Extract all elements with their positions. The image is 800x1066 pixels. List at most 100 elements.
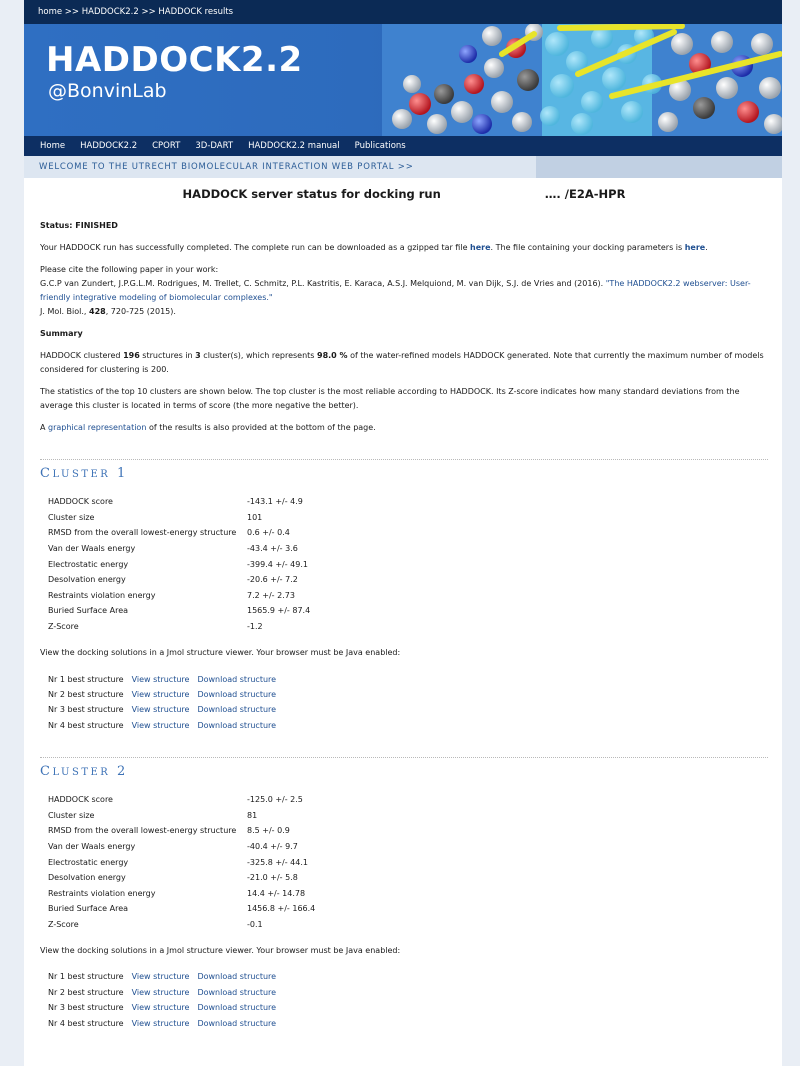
- completed-text-end: .: [705, 243, 708, 252]
- structure-label: Nr 2 best structure: [48, 987, 124, 997]
- nav-haddock[interactable]: HADDOCK2.2: [80, 141, 137, 151]
- nav-home[interactable]: Home: [40, 141, 65, 151]
- stat-label: Cluster size: [48, 512, 95, 522]
- table-row: Restraints violation energy 14.4 +/- 14.7…: [48, 885, 315, 901]
- cluster-title-initial: C: [40, 466, 53, 481]
- site-subtitle: @BonvinLab: [48, 80, 167, 102]
- summary-paragraph: HADDOCK clustered 196 structures in 3 cl…: [40, 349, 768, 377]
- nav-3d-dart[interactable]: 3D-DART: [195, 141, 233, 151]
- table-row: Cluster size 101: [48, 510, 310, 526]
- statistics-paragraph: The statistics of the top 10 clusters ar…: [40, 387, 740, 410]
- page-title: HADDOCK server status for docking run ….…: [40, 187, 768, 205]
- graphical-paragraph: A graphical representation of the result…: [40, 421, 768, 435]
- download-structure-link[interactable]: Download structure: [197, 985, 284, 1000]
- summary-structure-count: 196: [123, 351, 140, 360]
- welcome-bar-block: [536, 156, 782, 178]
- citation-intro: Please cite the following paper in your …: [40, 265, 219, 274]
- main-content: HADDOCK server status for docking run ….…: [24, 187, 782, 1031]
- stat-label: Electrostatic energy: [48, 559, 129, 569]
- stat-label: Z-Score: [48, 919, 79, 929]
- download-tar-link[interactable]: here: [470, 243, 491, 252]
- summary-text: HADDOCK clustered: [40, 351, 124, 360]
- main-nav: Home HADDOCK2.2 CPORT 3D-DART HADDOCK2.2…: [24, 136, 782, 156]
- cluster-number: 2: [116, 763, 128, 779]
- stat-value: -21.0 +/- 5.8: [247, 873, 298, 883]
- breadcrumb: home >> HADDOCK2.2 >> HADDOCK results: [24, 0, 782, 24]
- download-structure-link[interactable]: Download structure: [197, 1015, 284, 1030]
- table-row: Nr 2 best structure View structure Downloa…: [48, 687, 284, 702]
- table-row: Nr 3 best structure View structure Downloa…: [48, 702, 284, 717]
- table-row: Electrostatic energy -399.4 +/- 49.1: [48, 556, 310, 572]
- citation-pages: , 720-725 (2015).: [105, 307, 176, 316]
- table-row: Buried Surface Area 1565.9 +/- 87.4: [48, 603, 310, 619]
- completed-paragraph: Your HADDOCK run has successfully comple…: [40, 241, 768, 255]
- stat-value: -20.6 +/- 7.2: [247, 575, 298, 585]
- nav-manual[interactable]: HADDOCK2.2 manual: [248, 141, 340, 151]
- cluster-title-rest: LUSTER: [52, 766, 111, 778]
- run-title-suffix: …. /E2A-HPR: [544, 187, 626, 201]
- view-structure-link[interactable]: View structure: [132, 687, 198, 702]
- run-title-prefix: HADDOCK server status for docking run: [182, 187, 441, 201]
- stat-value: 1456.8 +/- 166.4: [247, 904, 316, 914]
- welcome-link[interactable]: WELCOME TO THE UTRECHT BIOMOLECULAR INTE…: [39, 162, 414, 172]
- stat-label: Z-Score: [48, 622, 79, 632]
- table-row: Van der Waals energy -43.4 +/- 3.6: [48, 541, 310, 557]
- welcome-bar: WELCOME TO THE UTRECHT BIOMOLECULAR INTE…: [24, 156, 782, 178]
- structure-label: Nr 1 best structure: [48, 674, 124, 684]
- stat-label: Buried Surface Area: [48, 904, 129, 914]
- download-structure-link[interactable]: Download structure: [197, 687, 284, 702]
- site-banner: HADDOCK2.2 @BonvinLab: [24, 24, 782, 136]
- table-row: Desolvation energy -21.0 +/- 5.8: [48, 870, 315, 886]
- table-row: Z-Score -1.2: [48, 619, 310, 635]
- stat-value: -325.8 +/- 44.1: [247, 857, 308, 867]
- table-row: RMSD from the overall lowest-energy stru…: [48, 525, 310, 541]
- stat-value: -43.4 +/- 3.6: [247, 544, 298, 554]
- download-structure-link[interactable]: Download structure: [197, 969, 284, 984]
- view-structure-link[interactable]: View structure: [132, 985, 198, 1000]
- breadcrumb-text[interactable]: home >> HADDOCK2.2 >> HADDOCK results: [38, 7, 233, 17]
- graphical-text: A: [40, 423, 49, 432]
- site-title: HADDOCK2.2: [46, 40, 303, 80]
- download-structure-link[interactable]: Download structure: [197, 702, 284, 717]
- stat-value: 0.6 +/- 0.4: [247, 528, 290, 538]
- structure-label: Nr 3 best structure: [48, 705, 124, 715]
- structure-links-table: Nr 1 best structure View structure Downloa…: [48, 969, 284, 1031]
- stat-value: 1565.9 +/- 87.4: [247, 606, 311, 616]
- cluster-title: CLUSTER 1: [40, 466, 768, 481]
- cluster-title-initial: C: [40, 763, 53, 779]
- summary-percent: 98.0 %: [317, 351, 348, 360]
- structure-label: Nr 1 best structure: [48, 972, 124, 982]
- summary-text-3: cluster(s), which represents: [200, 351, 317, 360]
- stat-label: Electrostatic energy: [48, 857, 129, 867]
- view-structure-link[interactable]: View structure: [132, 702, 198, 717]
- view-structure-link[interactable]: View structure: [132, 1015, 198, 1030]
- download-structure-link[interactable]: Download structure: [197, 1000, 284, 1015]
- table-row: Z-Score -0.1: [48, 917, 315, 933]
- table-row: Nr 1 best structure View structure Downloa…: [48, 969, 284, 984]
- stat-value: 81: [247, 810, 258, 820]
- stat-label: Van der Waals energy: [48, 841, 136, 851]
- table-row: Restraints violation energy 7.2 +/- 2.73: [48, 588, 310, 604]
- stat-value: 7.2 +/- 2.73: [247, 590, 295, 600]
- nav-cport[interactable]: CPORT: [152, 141, 180, 151]
- download-structure-link[interactable]: Download structure: [197, 671, 284, 686]
- stat-value: 8.5 +/- 0.9: [247, 826, 290, 836]
- table-row: Desolvation energy -20.6 +/- 7.2: [48, 572, 310, 588]
- view-structure-link[interactable]: View structure: [132, 718, 198, 733]
- view-structure-link[interactable]: View structure: [132, 969, 198, 984]
- stat-label: HADDOCK score: [48, 795, 113, 805]
- summary-text-2: structures in: [139, 351, 196, 360]
- structure-label: Nr 2 best structure: [48, 689, 124, 699]
- stat-label: RMSD from the overall lowest-energy stru…: [48, 826, 237, 836]
- nav-publications[interactable]: Publications: [355, 141, 406, 151]
- parameters-link[interactable]: here: [685, 243, 706, 252]
- download-structure-link[interactable]: Download structure: [197, 718, 284, 733]
- stat-label: Van der Waals energy: [48, 544, 136, 554]
- graphical-representation-link[interactable]: graphical representation: [48, 423, 146, 432]
- stat-label: Cluster size: [48, 810, 95, 820]
- view-structure-link[interactable]: View structure: [132, 1000, 198, 1015]
- stat-label: Desolvation energy: [48, 873, 126, 883]
- view-structure-link[interactable]: View structure: [132, 671, 198, 686]
- cluster-number: 1: [116, 466, 128, 481]
- table-row: Nr 4 best structure View structure Downloa…: [48, 718, 284, 733]
